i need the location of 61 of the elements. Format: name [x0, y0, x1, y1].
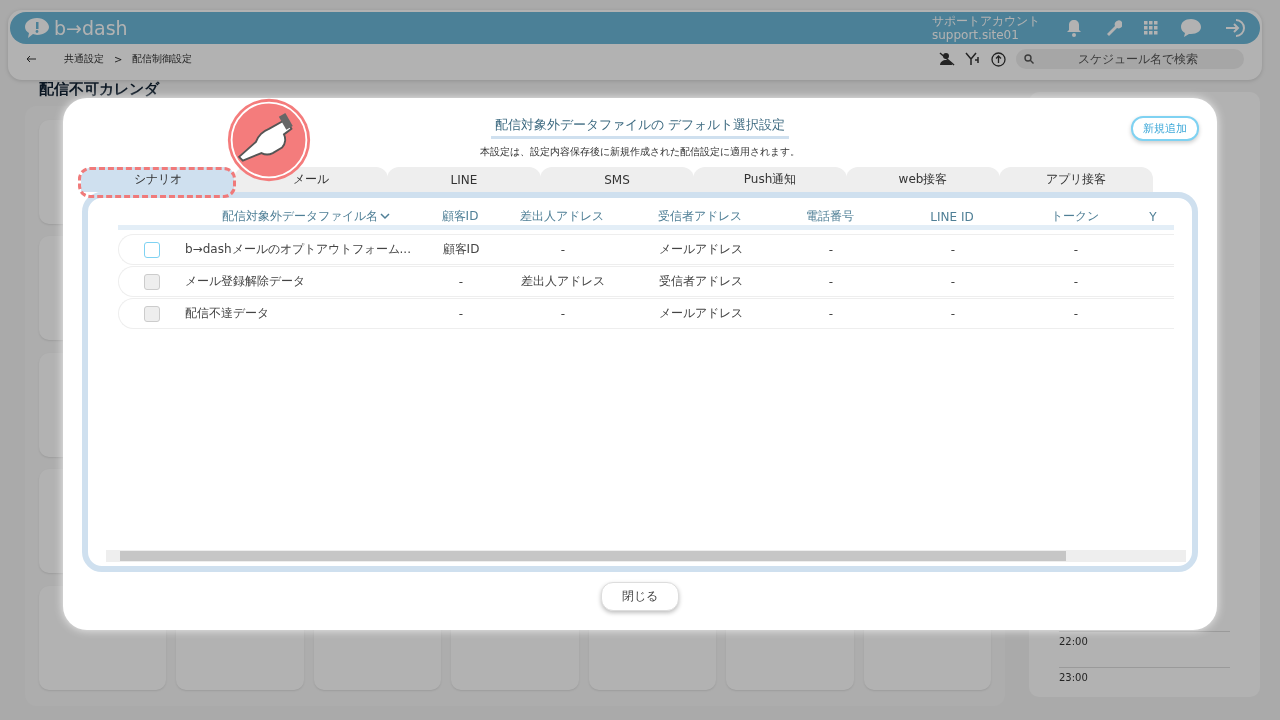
table-cell-text: メールアドレス — [658, 241, 744, 258]
column-header: トークン — [1050, 208, 1100, 225]
chevron-down-icon — [380, 213, 390, 220]
modal-title: 配信対象外データファイルの デフォルト選択設定 — [490, 116, 790, 139]
table-cell-text: - — [457, 306, 465, 321]
table-cell-text: 受信者アドレス — [658, 273, 744, 290]
table-cell-text: b→dashメールのオプトアウトフォーム... — [185, 241, 412, 258]
table-cell-text: - — [949, 306, 957, 321]
table-cell-text: メールアドレス — [658, 305, 744, 322]
table-cell-text: - — [1072, 274, 1080, 289]
upload-icon[interactable] — [991, 51, 1006, 67]
grid-icon[interactable] — [1144, 21, 1158, 35]
split-icon[interactable] — [965, 52, 981, 66]
column-header[interactable]: 配信対象外データファイル名 — [184, 208, 428, 225]
search-icon — [1024, 54, 1034, 64]
user-off-icon[interactable] — [939, 52, 955, 66]
bell-icon[interactable] — [1066, 19, 1082, 37]
time-label: 22:00 — [1059, 631, 1230, 647]
table-cell-text: - — [1072, 306, 1080, 321]
horizontal-scrollbar[interactable] — [106, 550, 1186, 562]
page-heading: 配信不可カレンダ — [38, 80, 161, 98]
tab[interactable]: SMS — [540, 167, 694, 192]
table-cell-text: - — [559, 306, 567, 321]
breadcrumb-current: 配信制御設定 — [132, 52, 193, 66]
account-label: サポートアカウント — [932, 14, 1040, 28]
tab[interactable]: シナリオ — [81, 167, 235, 192]
back-arrow-icon[interactable] — [26, 55, 36, 63]
table-cell-text: 配信不達データ — [185, 305, 270, 322]
column-header: 顧客ID — [440, 208, 480, 225]
search-field[interactable]: スケジュール名で検索 — [1016, 49, 1244, 69]
checkbox[interactable] — [144, 241, 160, 258]
tab[interactable]: web接客 — [846, 167, 1000, 192]
close-button[interactable]: 閉じる — [601, 582, 679, 611]
table-cell-text: - — [827, 242, 835, 257]
table-cell-text: - — [457, 274, 465, 289]
logo-icon — [24, 17, 50, 39]
tab[interactable]: アプリ接客 — [999, 167, 1153, 192]
tab[interactable]: LINE — [387, 167, 541, 192]
chat-icon[interactable] — [1180, 18, 1202, 38]
logo-text: b→dash — [54, 17, 128, 39]
table-cell-text: メール登録解除データ — [185, 273, 306, 290]
column-header: Y — [1148, 209, 1158, 224]
account-id: support.site01 — [932, 28, 1020, 42]
table-cell-text: - — [1072, 242, 1080, 257]
table-cell-text: - — [949, 242, 957, 257]
breadcrumb-link[interactable]: 共通設定 — [64, 52, 104, 66]
tab[interactable]: Push通知 — [693, 167, 847, 192]
modal-subtitle: 本設定は、設定内容保存後に新規作成された配信設定に適用されます。 — [480, 145, 800, 159]
column-header: 差出人アドレス — [519, 208, 605, 225]
column-header: 受信者アドレス — [657, 208, 743, 225]
breadcrumb-separator: > — [114, 53, 123, 65]
table-cell-text: 顧客ID — [441, 241, 481, 258]
time-label: 23:00 — [1059, 667, 1230, 683]
table-cell-text: - — [949, 274, 957, 289]
logout-icon[interactable] — [1224, 18, 1246, 38]
column-header: LINE ID — [929, 209, 975, 224]
table-cell-text: 差出人アドレス — [520, 273, 606, 290]
table-cell-text: - — [827, 274, 835, 289]
column-header: 電話番号 — [805, 208, 855, 225]
table-cell-text: - — [827, 306, 835, 321]
table-cell-text: - — [559, 242, 567, 257]
